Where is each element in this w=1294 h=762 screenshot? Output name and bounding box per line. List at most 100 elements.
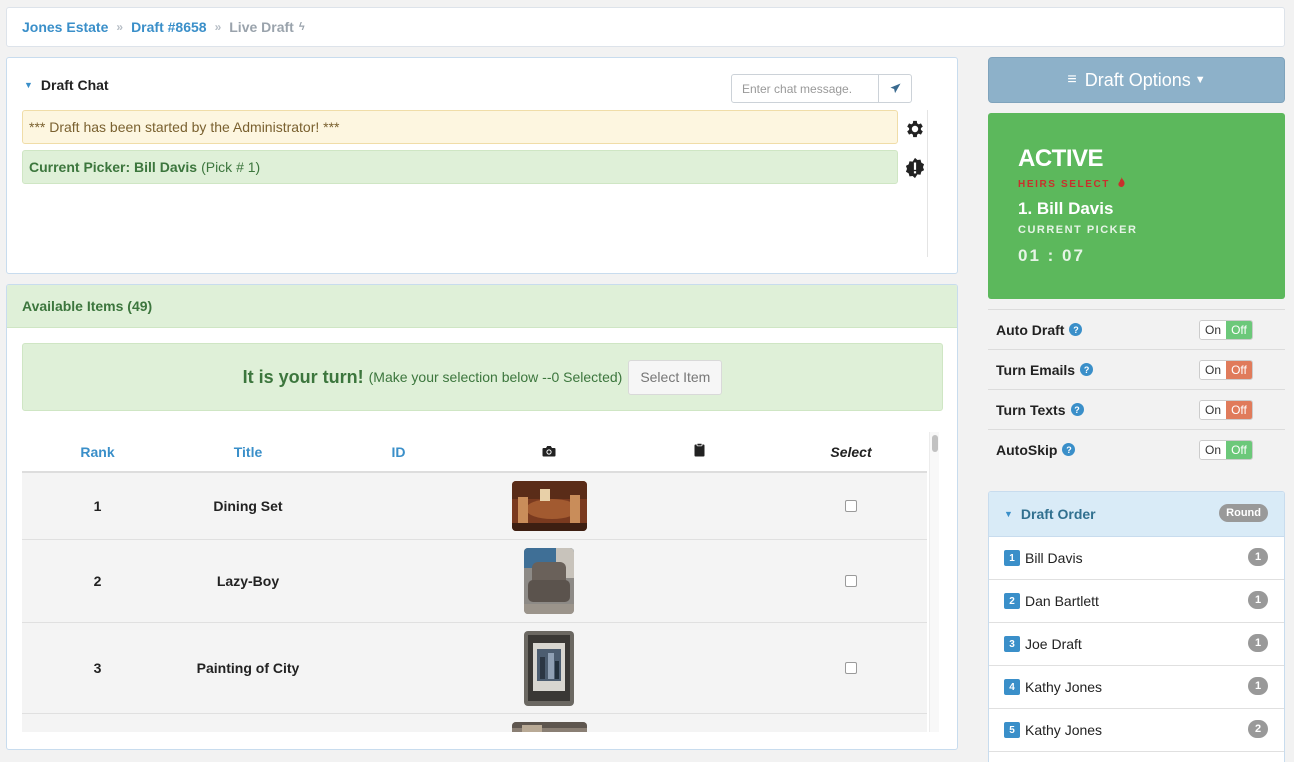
draft-status: ACTIVE	[1018, 145, 1104, 172]
row-rank: 3	[93, 660, 102, 676]
table-row: 1 Dining Set	[22, 473, 927, 540]
help-icon[interactable]: ?	[1070, 403, 1084, 416]
draft-chat-title: Draft Chat	[40, 77, 109, 93]
item-photo[interactable]	[511, 722, 587, 732]
item-photo-lazy-boy[interactable]	[524, 548, 574, 614]
breadcrumb-separator: »	[116, 20, 124, 34]
items-table: Rank Title ID Select 1 Dining Set 2 Lazy…	[22, 432, 927, 732]
turn-note: (Make your selection below --0 Selected)	[368, 369, 623, 385]
select-checkbox[interactable]	[845, 500, 857, 512]
switch-off-option[interactable]: Off	[1226, 321, 1252, 339]
help-icon[interactable]: ?	[1080, 363, 1094, 376]
order-round-badge: 2	[1248, 720, 1268, 738]
row-photo-cell	[474, 722, 624, 732]
autoskip-switch[interactable]: On Off	[1199, 440, 1253, 460]
order-player-name: Kathy Jones	[1025, 679, 1103, 695]
order-round-badge: 1	[1248, 677, 1268, 695]
breadcrumb-estate-link[interactable]: Jones Estate	[22, 19, 108, 35]
switch-off-option[interactable]: Off	[1226, 361, 1252, 379]
draft-order-title: Draft Order	[1020, 506, 1096, 522]
caret-down-icon: ▼	[1004, 509, 1013, 519]
order-player-name: Kathy Jones	[1025, 722, 1103, 738]
breadcrumb-current: Live Draft	[229, 19, 294, 35]
switch-off-option[interactable]: Off	[1226, 401, 1252, 419]
draft-order-item: 3 Joe Draft 1	[989, 623, 1284, 666]
switch-on-option[interactable]: On	[1200, 321, 1226, 339]
order-number-badge: 4	[1004, 679, 1020, 695]
item-photo-dining-set[interactable]	[511, 481, 587, 531]
brand-name: HEIRS SELECT	[1018, 177, 1125, 190]
gear-icon[interactable]	[904, 118, 926, 140]
turn-emails-switch[interactable]: On Off	[1199, 360, 1253, 380]
column-select-header: Select	[830, 443, 872, 460]
chat-send-button[interactable]	[878, 74, 912, 103]
help-icon[interactable]: ?	[1069, 323, 1083, 336]
order-round-badge: 1	[1248, 634, 1268, 652]
column-clipboard-header	[624, 442, 775, 460]
available-items-header: Available Items (49)	[7, 285, 957, 328]
toggle-label: Auto Draft	[996, 321, 1065, 338]
select-checkbox[interactable]	[845, 575, 857, 587]
row-select-cell	[775, 662, 927, 674]
items-table-scrollbar[interactable]	[929, 432, 939, 732]
draft-options-button[interactable]: ≡ Draft Options ▼	[988, 57, 1285, 103]
column-title-header[interactable]: Title	[173, 444, 323, 460]
table-row	[22, 714, 927, 732]
draft-order-item: 4 Kathy Jones 1	[989, 666, 1284, 709]
menu-icon: ≡	[1067, 71, 1077, 88]
scrollbar-thumb[interactable]	[932, 435, 938, 452]
row-rank: 2	[93, 573, 102, 589]
draft-chat-toggle[interactable]: ▼ Draft Chat	[24, 77, 109, 93]
toggle-label: AutoSkip	[996, 441, 1058, 458]
auto-draft-switch[interactable]: On Off	[1199, 320, 1253, 340]
item-photo-painting-of-city[interactable]	[524, 630, 574, 706]
items-table-header: Rank Title ID Select	[22, 432, 927, 473]
toggle-row-turn-texts: Turn Texts ? On Off	[988, 389, 1285, 429]
draft-settings-toggles: Auto Draft ? On Off Turn Emails ? On Off…	[988, 309, 1285, 469]
order-player-name: Joe Draft	[1025, 636, 1082, 652]
order-number-badge: 5	[1004, 722, 1020, 738]
chat-scrollbar[interactable]	[927, 110, 928, 257]
draft-status-card: ACTIVE HEIRS SELECT 1. Bill Davis CURREN…	[988, 113, 1285, 299]
available-items-panel: Available Items (49) It is your turn! (M…	[6, 284, 958, 750]
turn-title: It is your turn!	[242, 366, 364, 387]
chat-system-message: *** Draft has been started by the Admini…	[22, 110, 898, 144]
select-item-button[interactable]: Select Item	[628, 359, 723, 395]
flame-icon	[1114, 177, 1125, 190]
row-title: Dining Set	[213, 498, 283, 514]
table-row: 3 Painting of City	[22, 623, 927, 714]
draft-options-label: Draft Options	[1084, 69, 1191, 90]
chat-picker-label: Current Picker: Bill Davis	[29, 159, 198, 175]
switch-on-option[interactable]: On	[1200, 401, 1226, 419]
table-row: 2 Lazy-Boy	[22, 540, 927, 623]
switch-on-option[interactable]: On	[1200, 361, 1226, 379]
breadcrumb-draft-link[interactable]: Draft #8658	[131, 19, 207, 35]
order-round-badge: 1	[1248, 548, 1268, 566]
row-title: Painting of City	[196, 660, 300, 676]
draft-order-item: 5 Kathy Jones 2	[989, 709, 1284, 752]
draft-order-header[interactable]: ▼ Draft Order Round	[989, 492, 1284, 537]
row-photo-cell	[474, 481, 624, 531]
help-icon[interactable]: ?	[1062, 443, 1076, 456]
chat-message-input[interactable]: Enter chat message.	[731, 74, 879, 103]
order-number-badge: 3	[1004, 636, 1020, 652]
order-player-name: Dan Bartlett	[1025, 593, 1099, 609]
column-rank-header[interactable]: Rank	[22, 444, 173, 460]
select-checkbox[interactable]	[845, 662, 857, 674]
order-number-badge: 1	[1004, 550, 1020, 566]
switch-off-option[interactable]: Off	[1226, 441, 1252, 459]
order-player-name: Bill Davis	[1025, 550, 1083, 566]
caret-down-icon: ▼	[1194, 74, 1206, 86]
round-column-badge: Round	[1219, 504, 1268, 522]
turn-texts-switch[interactable]: On Off	[1199, 400, 1253, 420]
brand-text: HEIRS SELECT	[1018, 179, 1110, 190]
switch-on-option[interactable]: On	[1200, 441, 1226, 459]
toggle-row-autoskip: AutoSkip ? On Off	[988, 429, 1285, 469]
caret-down-icon: ▼	[24, 80, 33, 90]
chat-picker-message: Current Picker: Bill Davis (Pick # 1)	[22, 150, 898, 184]
breadcrumb: Jones Estate » Draft #8658 » Live Draft …	[6, 7, 1285, 47]
turn-notice: It is your turn! (Make your selection be…	[22, 343, 943, 411]
row-select-cell	[775, 575, 927, 587]
column-id-header[interactable]: ID	[323, 444, 474, 460]
row-photo-cell	[474, 630, 624, 706]
